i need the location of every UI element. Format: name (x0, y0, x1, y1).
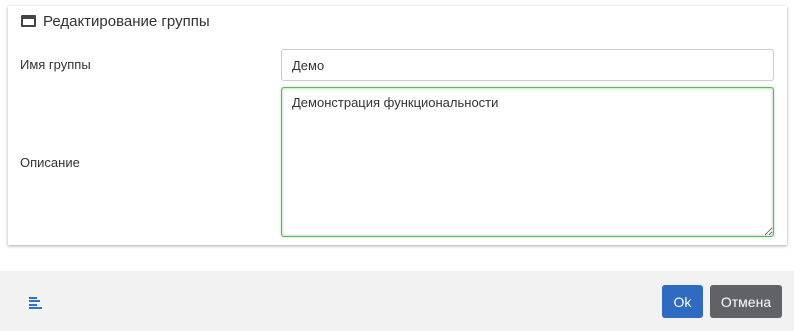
description-label: Описание (20, 155, 80, 170)
window-icon (21, 15, 36, 27)
group-name-label: Имя группы (20, 57, 91, 72)
cancel-button[interactable]: Отмена (710, 285, 782, 318)
panel-title: Редактирование группы (43, 12, 210, 30)
edit-group-page: Редактирование группы Имя группы Описани… (0, 0, 794, 331)
edit-group-panel: Редактирование группы Имя группы Описани… (8, 6, 787, 245)
ok-button[interactable]: Ok (662, 285, 703, 318)
dialog-footer: Ok Отмена (0, 271, 794, 331)
panel-header: Редактирование группы (8, 6, 787, 36)
group-name-input[interactable] (281, 49, 774, 81)
menu-lines-icon[interactable] (29, 297, 43, 309)
description-textarea[interactable]: Демонстрация функциональности (281, 87, 774, 237)
